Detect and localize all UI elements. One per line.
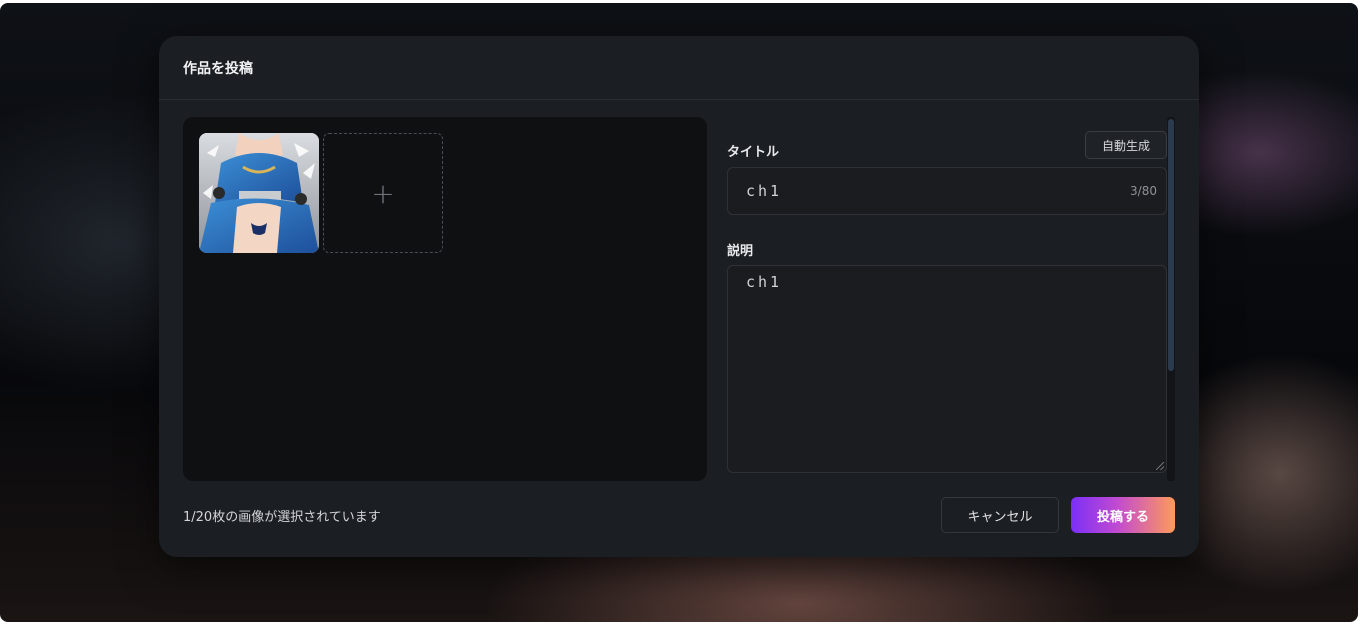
selected-image-thumbnail[interactable] <box>199 133 319 253</box>
selection-status: 1/20枚の画像が選択されています <box>183 510 381 525</box>
title-char-counter: 3/80 <box>1130 184 1157 198</box>
image-selection-area: + <box>183 117 707 481</box>
artwork-image-icon <box>199 133 319 253</box>
description-textarea[interactable]: ch1 <box>727 265 1167 473</box>
cancel-button[interactable]: キャンセル <box>941 497 1059 533</box>
plus-icon: + <box>371 176 395 210</box>
title-input-value: ch1 <box>746 182 783 200</box>
dialog-header: 作品を投稿 <box>159 36 1199 100</box>
post-artwork-dialog: 作品を投稿 + タイトル 自動生成 ch1 3/80 説明 ch1 1/20枚の… <box>159 36 1199 557</box>
resize-handle-icon[interactable] <box>1156 462 1164 470</box>
auto-generate-button[interactable]: 自動生成 <box>1085 131 1167 159</box>
page-background: 作品を投稿 + タイトル 自動生成 ch1 3/80 説明 ch1 1/20枚の… <box>0 3 1358 622</box>
description-textarea-value: ch1 <box>746 273 783 291</box>
scrollbar-thumb[interactable] <box>1168 119 1174 371</box>
title-input[interactable]: ch1 3/80 <box>727 167 1167 215</box>
dialog-title: 作品を投稿 <box>183 60 253 77</box>
post-form: タイトル 自動生成 ch1 3/80 説明 ch1 <box>727 117 1167 481</box>
description-label: 説明 <box>727 244 754 259</box>
form-scrollbar[interactable] <box>1167 117 1175 481</box>
submit-post-button[interactable]: 投稿する <box>1071 497 1175 533</box>
add-image-button[interactable]: + <box>323 133 443 253</box>
title-label: タイトル <box>727 145 780 160</box>
